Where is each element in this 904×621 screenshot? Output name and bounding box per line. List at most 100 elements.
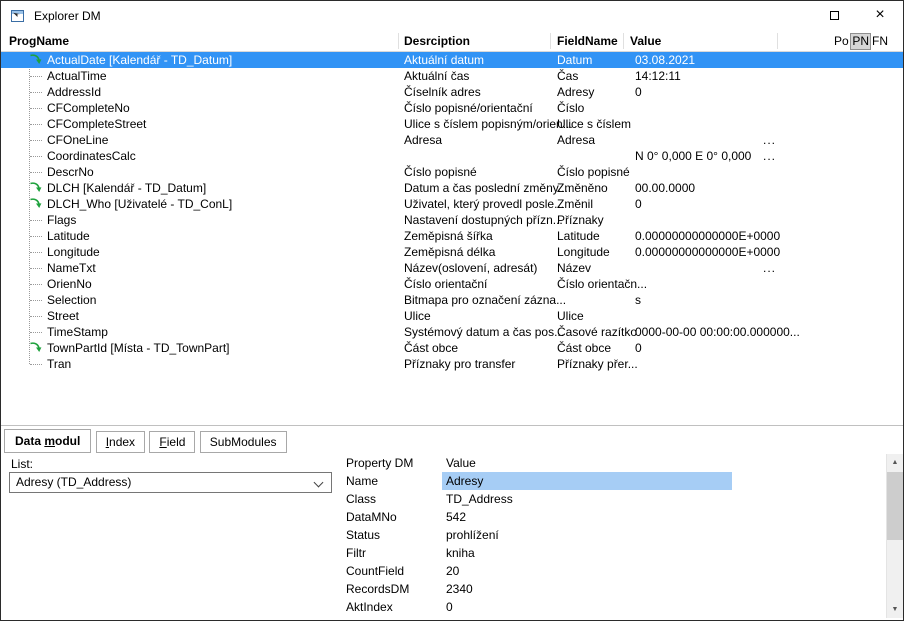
- tree-row[interactable]: Selection Bitmapa pro označení zázna... s: [1, 292, 903, 308]
- panel-splitter[interactable]: [1, 425, 903, 426]
- ellipsis-button[interactable]: ...: [763, 260, 776, 276]
- tree-row[interactable]: ActualDate [Kalendář - TD_Datum] Aktuální…: [1, 52, 903, 68]
- tree-branch-line: [30, 172, 42, 173]
- property-name: Name: [346, 474, 379, 488]
- column-divider[interactable]: [550, 33, 551, 49]
- filter-button-po[interactable]: Po: [832, 33, 850, 50]
- tree-row[interactable]: TownPartId [Místa - TD_TownPart] Část obc…: [1, 340, 903, 356]
- property-row[interactable]: AktIndex 0: [338, 598, 886, 616]
- tree-row[interactable]: Longitude Zeměpisná délka Longitude 0.00000…: [1, 244, 903, 260]
- column-divider[interactable]: [777, 33, 778, 49]
- ellipsis-button[interactable]: ...: [763, 132, 776, 148]
- maximize-button[interactable]: [811, 1, 857, 31]
- tab-data-modul[interactable]: Data modul: [4, 429, 92, 453]
- cell-prog: CoordinatesCalc: [47, 149, 136, 163]
- maximize-icon: [829, 11, 839, 20]
- tree-row[interactable]: NameTxt Název(oslovení, adresát) Název...: [1, 260, 903, 276]
- property-header-name: Property DM: [346, 456, 414, 470]
- tree-row[interactable]: CFCompleteNo Číslo popisné/orientační Čísl…: [1, 100, 903, 116]
- property-row[interactable]: Name Adresy: [338, 472, 886, 490]
- cell-desc: Číslo popisné/orientační: [404, 101, 533, 115]
- cell-field: Longitude: [557, 245, 610, 259]
- filter-button-group: Po PN FN: [832, 33, 889, 50]
- tree-branch-line: [30, 108, 42, 109]
- tree-row[interactable]: ActualTime Aktuální čas Čas 14:12:11: [1, 68, 903, 84]
- cell-value: 0000-00-00 00:00:00.000000...: [635, 325, 800, 339]
- cell-value: 0.00000000000000E+0000: [635, 229, 781, 243]
- filter-button-pn[interactable]: PN: [850, 33, 871, 50]
- property-row[interactable]: Filtr kniha: [338, 544, 886, 562]
- column-divider[interactable]: [623, 33, 624, 49]
- cell-desc: Zeměpisná délka: [404, 245, 496, 259]
- tree-row[interactable]: Flags Nastavení dostupných přízn... Přízna…: [1, 212, 903, 228]
- column-header-value[interactable]: Value: [630, 34, 661, 48]
- tree-row[interactable]: CoordinatesCalc N 0° 0,000 E 0° 0,000...: [1, 148, 903, 164]
- tree-branch-line: [30, 332, 42, 333]
- cell-prog: CFCompleteNo: [47, 101, 130, 115]
- tree-row[interactable]: Tran Příznaky pro transfer Příznaky přer..…: [1, 356, 903, 372]
- property-name: RecordsDM: [346, 582, 410, 596]
- cell-value: 03.08.2021: [635, 53, 696, 67]
- filter-button-fn[interactable]: FN: [871, 33, 889, 50]
- cell-desc: Nastavení dostupných přízn...: [404, 213, 563, 227]
- tree-row[interactable]: Latitude Zeměpisná šířka Latitude 0.0000000…: [1, 228, 903, 244]
- cell-field: Příznaky: [557, 213, 604, 227]
- cell-desc: Systémový datum a čas pos...: [404, 325, 565, 339]
- scroll-up-icon[interactable]: ▲: [887, 454, 903, 471]
- property-value: Adresy: [442, 472, 732, 490]
- tree-row[interactable]: OrienNo Číslo orientační Číslo orientačn..…: [1, 276, 903, 292]
- tree-row[interactable]: TimeStamp Systémový datum a čas pos... Čas…: [1, 324, 903, 340]
- column-header-fieldname[interactable]: FieldName: [557, 34, 618, 48]
- property-row[interactable]: DataMNo 542: [338, 508, 886, 526]
- tree-row[interactable]: Street Ulice Ulice: [1, 308, 903, 324]
- tab-bar: Data modul Index Field SubModules: [4, 429, 288, 453]
- property-name: AktIndex: [346, 600, 393, 614]
- column-header-progname[interactable]: ProgName: [9, 34, 69, 48]
- tree-row[interactable]: CFCompleteStreet Ulice s číslem popisným/…: [1, 116, 903, 132]
- cell-field: Změnil: [557, 197, 594, 211]
- cell-prog: Street: [47, 309, 80, 323]
- close-button[interactable]: ×: [857, 1, 903, 31]
- cell-prog: Tran: [47, 357, 72, 371]
- tab-field[interactable]: Field: [149, 431, 196, 453]
- tab-submodules[interactable]: SubModules: [199, 431, 287, 453]
- cell-field: Datum: [557, 53, 593, 67]
- cell-value: 0.00000000000000E+0000: [635, 245, 781, 259]
- tree-row[interactable]: DescrNo Číslo popisné Číslo popisné: [1, 164, 903, 180]
- property-row[interactable]: RecordsDM 2340: [338, 580, 886, 598]
- cell-desc: Číslo popisné: [404, 165, 477, 179]
- cell-prog: Selection: [47, 293, 97, 307]
- cell-desc: Číselník adres: [404, 85, 481, 99]
- column-divider[interactable]: [398, 33, 399, 49]
- column-header-description[interactable]: Desrciption: [404, 34, 470, 48]
- list-combobox[interactable]: Adresy (TD_Address): [9, 472, 332, 493]
- property-value: prohlížení: [446, 528, 499, 542]
- tree-row[interactable]: DLCH [Kalendář - TD_Datum] Datum a čas po…: [1, 180, 903, 196]
- cell-prog: OrienNo: [47, 277, 92, 291]
- tree-branch-line: [30, 76, 42, 77]
- tree-row[interactable]: CFOneLine Adresa Adresa...: [1, 132, 903, 148]
- scroll-down-icon[interactable]: ▼: [887, 601, 903, 618]
- property-row[interactable]: CountField 20: [338, 562, 886, 580]
- cell-value: s: [635, 293, 641, 307]
- cell-prog: ActualDate [Kalendář - TD_Datum]: [47, 53, 233, 67]
- cell-prog: TimeStamp: [47, 325, 108, 339]
- tree-row[interactable]: AddressId Číselník adres Adresy 0: [1, 84, 903, 100]
- property-name: Status: [346, 528, 381, 542]
- scrollbar-thumb[interactable]: [887, 472, 903, 540]
- cell-value: 0: [635, 341, 642, 355]
- property-row[interactable]: Class TD_Address: [338, 490, 886, 508]
- tab-index[interactable]: Index: [95, 431, 146, 453]
- property-row[interactable]: Status prohlížení: [338, 526, 886, 544]
- cell-prog: TownPartId [Místa - TD_TownPart]: [47, 341, 230, 355]
- cell-value: 14:12:11: [635, 69, 681, 83]
- cell-field: Číslo popisné: [557, 165, 630, 179]
- tab-accel: m: [44, 434, 56, 448]
- cell-desc: Část obce: [404, 341, 459, 355]
- cell-field: Adresa: [557, 133, 596, 147]
- titlebar: Explorer DM ×: [1, 1, 903, 31]
- cell-prog: Longitude: [47, 245, 100, 259]
- ellipsis-button[interactable]: ...: [763, 148, 776, 164]
- vertical-scrollbar[interactable]: ▲ ▼: [886, 454, 903, 618]
- tree-row[interactable]: DLCH_Who [Uživatelé - TD_ConL] Uživatel, …: [1, 196, 903, 212]
